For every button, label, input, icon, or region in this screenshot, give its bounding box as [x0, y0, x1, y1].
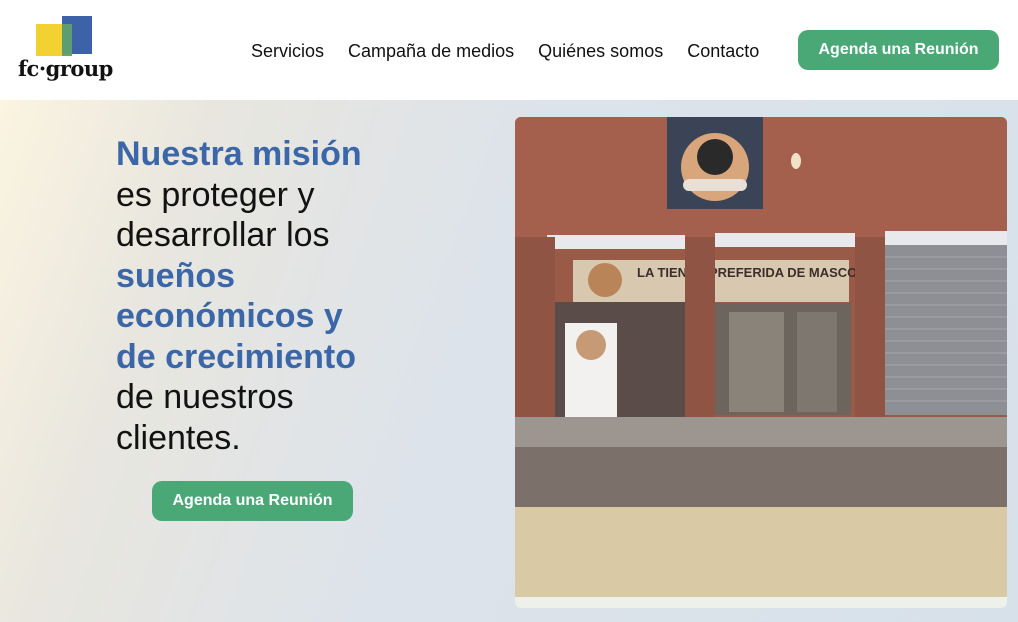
logo-green-overlap [62, 24, 72, 56]
schedule-meeting-button[interactable]: Agenda una Reunión [798, 30, 999, 70]
mission-accent-line: sueños [116, 256, 236, 295]
storefront-illustration: LA TIENDA PREFERIDA DE MASCOTA [515, 117, 1007, 608]
mission-accent-line: de crecimiento [116, 337, 356, 376]
mission-line: desarrollar los [116, 216, 330, 254]
nav-item-contacto[interactable]: Contacto [687, 40, 759, 62]
main-nav: Servicios Campaña de medios Quiénes somo… [251, 40, 759, 62]
mission-accent-line: económicos y [116, 297, 343, 335]
logo-wordmark: fc·group [18, 56, 113, 81]
site-header: fc·group Servicios Campaña de medios Qui… [0, 0, 1018, 100]
mission-statement: Nuestra misión es proteger y desarrollar… [116, 134, 436, 458]
store-banner-text: LA TIENDA PREFERIDA DE MASCOTA [637, 265, 874, 280]
hero-section: Nuestra misión es proteger y desarrollar… [0, 100, 1018, 622]
mission-line: clientes. [116, 418, 241, 457]
nav-item-quienes-somos[interactable]: Quiénes somos [538, 40, 663, 62]
mission-line: de nuestros [116, 378, 294, 416]
nav-item-servicios[interactable]: Servicios [251, 40, 324, 62]
mission-line: es proteger y [116, 175, 315, 214]
fc-group-logo[interactable]: fc·group [18, 16, 113, 86]
storefront-photo: LA TIENDA PREFERIDA DE MASCOTA [515, 117, 1007, 608]
nav-item-campana-de-medios[interactable]: Campaña de medios [348, 40, 514, 62]
hero-schedule-meeting-button[interactable]: Agenda una Reunión [152, 481, 353, 521]
mission-heading: Nuestra misión [116, 135, 362, 173]
